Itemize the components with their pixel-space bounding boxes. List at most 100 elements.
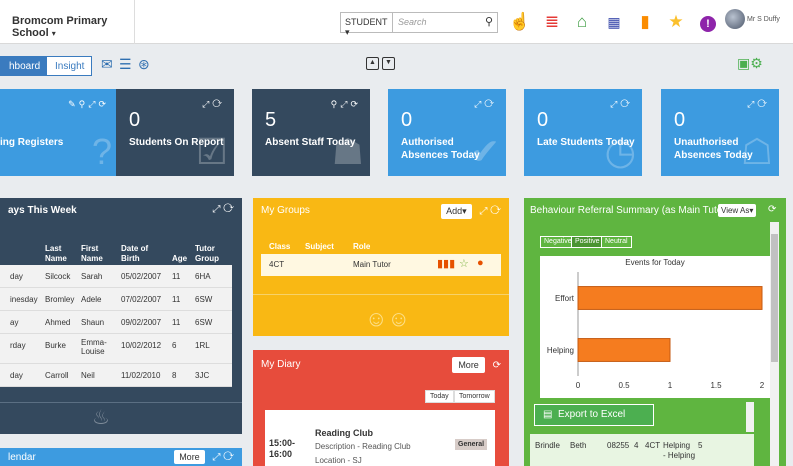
search-icon[interactable]: ⚲ xyxy=(485,15,493,28)
avatar xyxy=(725,9,745,29)
tile-tools-icon[interactable]: ✎⚲⤢⟳ xyxy=(68,99,109,110)
my-diary-panel: My Diary More ⟳ Today Tomorrow 15:00- 16… xyxy=(253,350,509,466)
tile-tools-icon[interactable]: ⤢⟳ xyxy=(610,99,633,110)
alert-icon[interactable]: ! xyxy=(697,11,719,33)
cell: Neil xyxy=(81,371,95,380)
chart-bar-helping[interactable] xyxy=(577,338,671,362)
tile-value: 0 xyxy=(401,109,413,131)
behaviour-chart: Events for Today Effort Helping 0 0.5 1 1.5 2 xyxy=(540,256,770,398)
cell: 6SW xyxy=(195,295,213,304)
more-button[interactable]: More xyxy=(174,450,205,464)
panel-title: ays This Week xyxy=(8,205,77,216)
table-row[interactable]: Brindle Beth 08255 4 4CT Helping 5 - Hel… xyxy=(530,434,754,466)
refresh-icon[interactable]: ⟳ xyxy=(223,452,234,463)
column-header: First Name xyxy=(81,244,103,263)
user-name: Mr S Duffy xyxy=(747,16,780,23)
staff-icon: ☗ xyxy=(331,131,364,172)
cell: - Helping xyxy=(663,451,696,460)
divider xyxy=(253,294,509,295)
mail-icon[interactable]: ✉ xyxy=(101,56,113,72)
tile-unauthorised-absences[interactable]: ⤢⟳ 0 Unauthorised Absences Today ☖ xyxy=(661,89,779,176)
search-box[interactable]: STUDENT ▾ Search ⚲ xyxy=(340,12,498,37)
tile-registers[interactable]: ✎⚲⤢⟳ ing Registers ? xyxy=(0,89,118,176)
clock-icon: ◷ xyxy=(604,131,636,172)
cell: Burke xyxy=(45,341,66,350)
table-row[interactable]: inesday Bromley Adele 07/02/2007 11 6SW xyxy=(0,288,232,311)
tab-neutral[interactable]: Neutral xyxy=(601,236,632,248)
save-icon[interactable]: ▣⚙ xyxy=(737,55,763,72)
tile-late-students[interactable]: ⤢⟳ 0 Late Students Today ◷ xyxy=(524,89,642,176)
tile-tools-icon[interactable]: ⤢⟳ xyxy=(202,99,225,110)
tile-value: 0 xyxy=(674,109,686,131)
export-excel-button[interactable]: ▤ Export to Excel xyxy=(534,404,654,426)
tile-value: 0 xyxy=(129,109,141,131)
panel-header: My Diary More ⟳ xyxy=(253,350,509,380)
tile-students-on-report[interactable]: ⤢⟳ 0 Students On Report ☑ xyxy=(116,89,234,176)
menu-bars-icon[interactable]: ≣ xyxy=(541,11,563,33)
divider xyxy=(0,402,242,403)
home-icon[interactable]: ⌂ xyxy=(571,11,593,33)
tomorrow-button[interactable]: Tomorrow xyxy=(454,390,495,403)
tab-insight[interactable]: Insight xyxy=(46,56,92,76)
expand-down-icon[interactable]: ▼ xyxy=(382,57,395,70)
search-input[interactable]: Search xyxy=(398,17,427,27)
comments-icon[interactable]: ● xyxy=(477,257,484,269)
export-label: Export to Excel xyxy=(558,409,626,420)
more-button[interactable]: More xyxy=(452,357,485,373)
panel-tools: More ⟳ xyxy=(452,357,501,373)
support-icon[interactable]: ⊛ xyxy=(138,56,150,72)
cell: 6HA xyxy=(195,272,211,281)
tile-absent-staff[interactable]: ⚲⤢⟳ 5 Absent Staff Today ☗ xyxy=(252,89,370,176)
table-row[interactable]: ay Ahmed Shaun 09/02/2007 11 6SW xyxy=(0,311,232,334)
tile-authorised-absences[interactable]: ⤢⟳ 0 Authorised Absences Today ✔ xyxy=(388,89,506,176)
school-name: Bromcom Primary School xyxy=(12,15,108,39)
diary-event[interactable]: 15:00- 16:00 Reading Club Description - … xyxy=(265,410,495,466)
cell: rday xyxy=(10,341,26,350)
tile-tools-icon[interactable]: ⤢⟳ xyxy=(747,99,770,110)
user-menu[interactable]: Mr S Duffy xyxy=(725,9,791,35)
panel-tools-icon[interactable]: ⤢ ⟳ xyxy=(213,204,235,215)
people-icon: ☺☺ xyxy=(365,306,410,331)
tab-positive[interactable]: Positive xyxy=(571,236,604,248)
refresh-icon[interactable]: ⟳ xyxy=(490,206,501,217)
tile-tools-icon[interactable]: ⤢⟳ xyxy=(474,99,497,110)
chart-bar-effort[interactable] xyxy=(577,286,763,310)
cell: 6SW xyxy=(195,318,213,327)
collapse-up-icon[interactable]: ▲ xyxy=(366,57,379,70)
question-icon: ? xyxy=(91,131,112,172)
star-icon[interactable]: ☆ xyxy=(459,257,469,270)
expand-icon[interactable]: ⤢ xyxy=(212,452,220,463)
calendar-panel: lendar More ⤢ ⟳ xyxy=(0,448,242,466)
cell: Main Tutor xyxy=(353,260,391,269)
school-selector[interactable]: Bromcom Primary School ▾ xyxy=(0,0,135,44)
inner-scrollbar[interactable] xyxy=(746,402,754,432)
refresh-icon[interactable]: ⟳ xyxy=(493,360,501,371)
today-button[interactable]: Today xyxy=(425,390,454,403)
search-type-select[interactable]: STUDENT ▾ xyxy=(341,13,393,37)
tile-value: 0 xyxy=(537,109,549,131)
scrollbar[interactable] xyxy=(770,222,779,466)
apps-grid-icon[interactable]: ▦ xyxy=(603,11,625,33)
cell: 10/02/2012 xyxy=(121,341,162,350)
view-as-button[interactable]: View As▾ xyxy=(718,204,757,217)
table-row[interactable]: 4CT Main Tutor ▮▮▮ ☆ ● xyxy=(261,254,501,276)
chart-icon[interactable]: ▮▮▮ xyxy=(437,257,455,270)
star-icon[interactable]: ★ xyxy=(665,11,687,33)
refresh-icon[interactable]: ⟳ xyxy=(768,204,776,215)
cell: Silcock xyxy=(45,272,71,281)
table-row[interactable]: day Carroll Neil 11/02/2010 8 3JC xyxy=(0,364,232,387)
rss-icon[interactable]: ☰ xyxy=(119,56,132,72)
tile-tools-icon[interactable]: ⚲⤢⟳ xyxy=(331,99,361,110)
tab-dashboard[interactable]: hboard xyxy=(0,56,46,76)
hand-pointer-icon[interactable]: ☝ xyxy=(509,11,531,33)
add-button[interactable]: Add▾ xyxy=(441,204,472,219)
cell: Helping xyxy=(663,441,691,450)
cell: 11 xyxy=(172,318,181,327)
expand-icon[interactable]: ⤢ xyxy=(479,206,487,217)
table-row[interactable]: rday Burke Emma-Louise 10/02/2012 6 1RL xyxy=(0,334,232,364)
table-row[interactable]: day Silcock Sarah 05/02/2007 11 6HA xyxy=(0,265,232,288)
add-label: Add xyxy=(446,206,463,216)
scrollbar-thumb[interactable] xyxy=(771,234,778,362)
bookmark-icon[interactable]: ▮ xyxy=(634,11,656,33)
cell: 4CT xyxy=(645,441,661,450)
